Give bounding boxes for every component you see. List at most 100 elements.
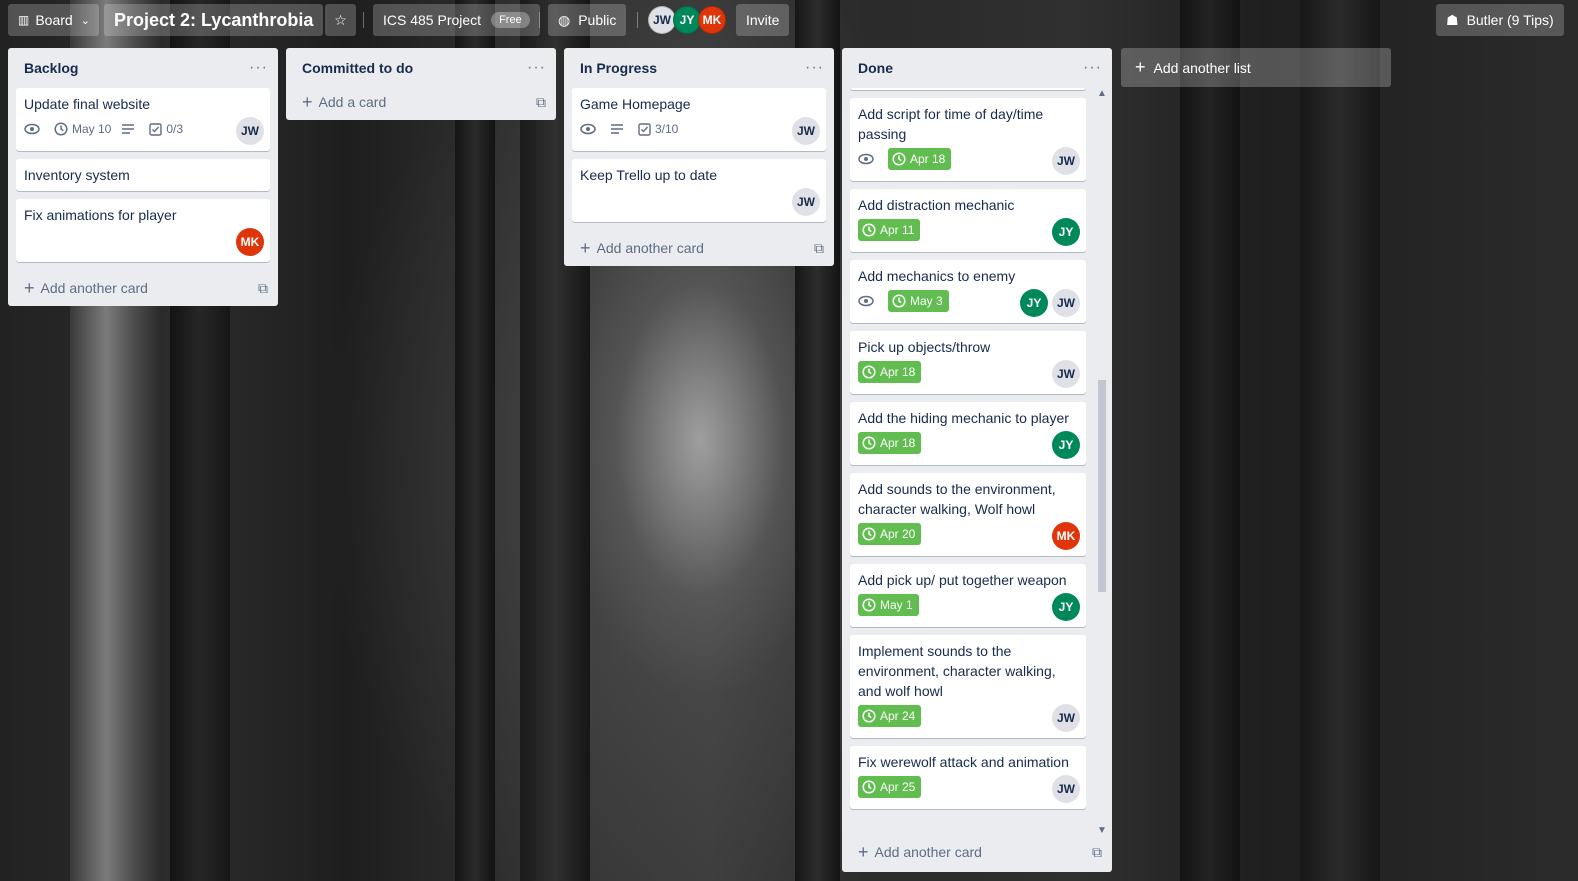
avatar[interactable]: JY: [673, 6, 701, 34]
card[interactable]: [850, 88, 1086, 90]
list-title[interactable]: In Progress: [580, 60, 657, 76]
card[interactable]: Add mechanics to enemy May 3 JY JW: [850, 260, 1086, 323]
team-button[interactable]: ICS 485 Project Free: [373, 4, 540, 36]
avatar[interactable]: MK: [1052, 522, 1080, 550]
card-title: Keep Trello up to date: [580, 167, 717, 183]
list-done: Done ··· Add script for time of day/time…: [842, 48, 1112, 872]
avatar[interactable]: JW: [1052, 704, 1080, 732]
add-card-button[interactable]: + Add another card ⧉: [8, 270, 278, 306]
header-divider: [363, 12, 364, 28]
scroll-up-icon[interactable]: ▲: [1096, 88, 1108, 99]
avatar[interactable]: JY: [1052, 593, 1080, 621]
card-template-icon[interactable]: ⧉: [258, 280, 268, 297]
due-date-text: Apr 18: [880, 365, 916, 379]
add-card-button[interactable]: + Add a card ⧉: [286, 84, 556, 120]
add-card-label: Add another card: [40, 280, 148, 296]
card[interactable]: Pick up objects/throw Apr 18 JW: [850, 331, 1086, 394]
due-date-badge[interactable]: Apr 18: [858, 432, 922, 454]
star-button[interactable]: ☆: [325, 4, 356, 36]
checklist-count: 3/10: [655, 122, 679, 136]
due-date-badge[interactable]: Apr 25: [858, 776, 922, 798]
card-title: Fix werewolf attack and animation: [858, 754, 1069, 770]
visibility-button[interactable]: ◍ Public: [548, 4, 627, 36]
scrollbar[interactable]: ▲ ▼: [1096, 88, 1108, 836]
scroll-thumb[interactable]: [1098, 380, 1106, 592]
card[interactable]: Implement sounds to the environment, cha…: [850, 635, 1086, 738]
card[interactable]: Keep Trello up to date JW: [572, 159, 826, 222]
add-list-button[interactable]: + Add another list: [1121, 48, 1391, 87]
due-date-badge[interactable]: Apr 18: [858, 361, 922, 383]
avatar[interactable]: JW: [1052, 147, 1080, 175]
due-date-badge[interactable]: Apr 18: [888, 148, 952, 170]
board-title[interactable]: Project 2: Lycanthrobia: [104, 4, 324, 36]
clock-icon: [892, 294, 906, 308]
due-date-badge[interactable]: Apr 24: [858, 705, 922, 727]
board-icon: ▥: [18, 13, 30, 27]
background-tree: [455, 0, 495, 881]
chevron-down-icon: ⌄: [80, 14, 90, 27]
card-members: JW: [788, 188, 820, 216]
avatar[interactable]: MK: [236, 228, 264, 256]
more-icon[interactable]: ···: [249, 59, 268, 77]
card-title: Fix animations for player: [24, 207, 177, 223]
card[interactable]: Add sounds to the environment, character…: [850, 473, 1086, 556]
butler-icon: ☗: [1446, 11, 1459, 28]
card-list: Game Homepage 3/10 JW Keep Trello up to …: [564, 88, 834, 222]
card-members: JW: [1048, 775, 1080, 803]
card-members: JW: [232, 117, 264, 145]
more-icon[interactable]: ···: [527, 59, 546, 77]
butler-button[interactable]: ☗ Butler (9 Tips): [1436, 4, 1564, 36]
card[interactable]: Add distraction mechanic Apr 11 JY: [850, 189, 1086, 252]
card[interactable]: Fix animations for player MK: [16, 199, 270, 262]
card[interactable]: Add the hiding mechanic to player Apr 18…: [850, 402, 1086, 465]
avatar[interactable]: JY: [1052, 431, 1080, 459]
more-icon[interactable]: ···: [1083, 59, 1102, 77]
header-divider: [637, 12, 638, 28]
invite-button[interactable]: Invite: [736, 4, 790, 36]
star-icon: ☆: [334, 11, 347, 28]
checkbox-icon: [149, 122, 163, 136]
due-date-badge[interactable]: Apr 11: [858, 219, 921, 241]
card-badges: Apr 20: [858, 523, 1078, 545]
avatar[interactable]: JW: [1052, 360, 1080, 388]
done-card-scroll[interactable]: Add script for time of day/time passing …: [842, 88, 1112, 834]
avatar[interactable]: MK: [698, 6, 726, 34]
avatar[interactable]: JW: [236, 117, 264, 145]
card-template-icon[interactable]: ⧉: [536, 94, 546, 111]
card[interactable]: Update final website May 10 0/3 JW: [16, 88, 270, 151]
card[interactable]: Fix werewolf attack and animation Apr 25…: [850, 746, 1086, 809]
avatar[interactable]: JW: [1052, 775, 1080, 803]
card-template-icon[interactable]: ⧉: [814, 240, 824, 257]
list-committed: Committed to do ··· + Add a card ⧉: [286, 48, 556, 120]
list-title[interactable]: Backlog: [24, 60, 78, 76]
due-date-badge[interactable]: Apr 20: [858, 523, 922, 545]
avatar[interactable]: JY: [1052, 218, 1080, 246]
avatar[interactable]: JW: [792, 117, 820, 145]
card[interactable]: Add pick up/ put together weapon May 1 J…: [850, 564, 1086, 627]
list-backlog: Backlog ··· Update final website May 10 …: [8, 48, 278, 306]
list-title[interactable]: Committed to do: [302, 60, 413, 76]
globe-icon: ◍: [558, 11, 571, 28]
board-switcher-button[interactable]: ▥ Board ⌄: [8, 4, 99, 36]
add-card-button[interactable]: + Add another card ⧉: [564, 230, 834, 266]
card-title: Inventory system: [24, 167, 130, 183]
card-template-icon[interactable]: ⧉: [1092, 844, 1102, 861]
team-name: ICS 485 Project: [383, 12, 482, 28]
more-icon[interactable]: ···: [805, 59, 824, 77]
card[interactable]: Add script for time of day/time passing …: [850, 98, 1086, 181]
avatar[interactable]: JW: [792, 188, 820, 216]
due-date-badge[interactable]: May 3: [888, 290, 949, 312]
add-card-button[interactable]: + Add another card ⧉: [842, 834, 1112, 870]
card[interactable]: Inventory system: [16, 159, 270, 191]
list-title[interactable]: Done: [858, 60, 893, 76]
card[interactable]: Game Homepage 3/10 JW: [572, 88, 826, 151]
due-date-text: Apr 24: [880, 709, 916, 723]
avatar[interactable]: JW: [648, 6, 676, 34]
card-list: Update final website May 10 0/3 JW Inven…: [8, 88, 278, 262]
scroll-down-icon[interactable]: ▼: [1096, 825, 1108, 836]
clock-icon: [862, 598, 876, 612]
avatar[interactable]: JW: [1052, 289, 1080, 317]
avatar[interactable]: JY: [1020, 289, 1048, 317]
due-date-badge[interactable]: May 1: [858, 594, 919, 616]
add-list-label: Add another list: [1153, 59, 1251, 76]
